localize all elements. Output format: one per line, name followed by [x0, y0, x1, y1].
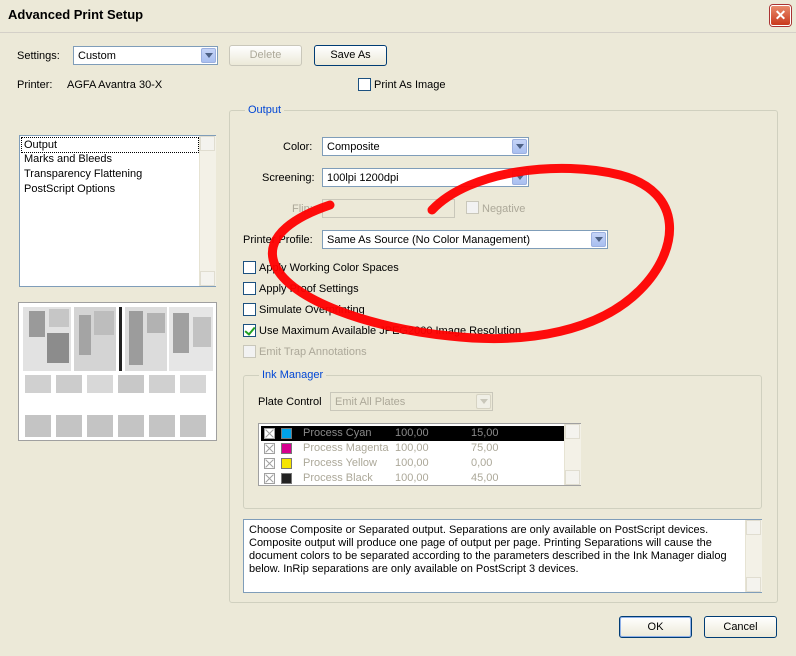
- use-max-jpeg2000-label: Use Maximum Available JPEG2000 Image Res…: [259, 325, 522, 337]
- ink-frequency: 100,00: [395, 442, 429, 454]
- settings-select[interactable]: Custom: [73, 46, 218, 65]
- ink-name: Process Black: [303, 472, 373, 484]
- printer-profile-value: Same As Source (No Color Management): [327, 234, 530, 246]
- emit-trap-annotations-checkbox[interactable]: [243, 345, 256, 358]
- emit-trap-annotations-label: Emit Trap Annotations: [259, 346, 367, 358]
- ink-frequency: 100,00: [395, 457, 429, 469]
- negative-checkbox[interactable]: [466, 201, 479, 214]
- sidebar-item-transparency-flattening[interactable]: Transparency Flattening: [24, 168, 142, 180]
- use-max-jpeg2000-checkbox[interactable]: [243, 324, 256, 337]
- simulate-overprinting-checkbox[interactable]: [243, 303, 256, 316]
- ink-frequency: 100,00: [395, 427, 429, 439]
- plate-toggle-icon[interactable]: [264, 473, 275, 484]
- ink-angle: 45,00: [471, 472, 499, 484]
- save-as-button[interactable]: Save As: [314, 45, 387, 66]
- description-scrollbar[interactable]: [745, 520, 762, 592]
- apply-proof-settings-checkbox[interactable]: [243, 282, 256, 295]
- plate-toggle-icon[interactable]: [264, 428, 275, 439]
- ink-name: Process Yellow: [303, 457, 377, 469]
- delete-button[interactable]: Delete: [229, 45, 302, 66]
- negative-label: Negative: [482, 203, 526, 215]
- ink-row-yellow[interactable]: Process Yellow 100,00 0,00: [261, 456, 564, 471]
- color-label: Color:: [283, 141, 313, 153]
- screening-value: 100lpi 1200dpi: [327, 172, 399, 184]
- simulate-overprinting-label: Simulate Overprinting: [259, 304, 365, 316]
- ink-row-cyan[interactable]: Process Cyan 100,00 15,00: [261, 426, 564, 441]
- chevron-down-icon: [591, 232, 606, 247]
- ink-angle: 15,00: [471, 427, 499, 439]
- chevron-down-icon: [512, 139, 527, 154]
- flip-select[interactable]: [322, 199, 455, 218]
- cancel-button[interactable]: Cancel: [704, 616, 777, 638]
- magenta-swatch: [281, 443, 292, 454]
- flip-label: Flip:: [292, 203, 313, 215]
- category-list[interactable]: Output Marks and Bleeds Transparency Fla…: [19, 135, 216, 287]
- plate-toggle-icon[interactable]: [264, 443, 275, 454]
- plate-control-select[interactable]: Emit All Plates: [330, 392, 493, 411]
- ink-angle: 75,00: [471, 442, 499, 454]
- output-group-title: Output: [245, 104, 285, 116]
- ink-frequency: 100,00: [395, 472, 429, 484]
- yellow-swatch: [281, 458, 292, 469]
- scroll-down-icon[interactable]: [200, 271, 215, 286]
- chevron-down-icon: [476, 394, 491, 409]
- printer-profile-label: Printer Profile:: [243, 234, 313, 246]
- settings-label: Settings:: [17, 50, 60, 62]
- page-preview-image: [19, 303, 216, 440]
- apply-proof-settings-label: Apply Proof Settings: [259, 283, 359, 295]
- sidebar-item-marks-and-bleeds[interactable]: Marks and Bleeds: [24, 153, 112, 165]
- scroll-up-icon[interactable]: [565, 424, 580, 439]
- printer-profile-select[interactable]: Same As Source (No Color Management): [322, 230, 608, 249]
- print-as-image-label: Print As Image: [374, 79, 446, 91]
- ink-angle: 0,00: [471, 457, 493, 469]
- ink-name: Process Cyan: [303, 427, 372, 439]
- plate-toggle-icon[interactable]: [264, 458, 275, 469]
- ink-row-black[interactable]: Process Black 100,00 45,00: [261, 471, 564, 486]
- cyan-swatch: [281, 428, 292, 439]
- screening-select[interactable]: 100lpi 1200dpi: [322, 168, 529, 187]
- close-icon: ✕: [774, 7, 787, 23]
- sidebar-item-output[interactable]: Output: [21, 137, 199, 153]
- black-swatch: [281, 473, 292, 484]
- page-preview: [18, 302, 217, 441]
- chevron-down-icon: [201, 48, 216, 63]
- screening-label: Screening:: [262, 172, 315, 184]
- description-text: Choose Composite or Separated output. Se…: [249, 524, 727, 575]
- ink-row-magenta[interactable]: Process Magenta 100,00 75,00: [261, 441, 564, 456]
- apply-working-color-spaces-label: Apply Working Color Spaces: [259, 262, 399, 274]
- apply-working-color-spaces-checkbox[interactable]: [243, 261, 256, 274]
- window-title: Advanced Print Setup: [8, 7, 144, 22]
- printer-label: Printer:: [17, 79, 53, 91]
- plate-control-value: Emit All Plates: [335, 396, 406, 408]
- chevron-down-icon: [512, 170, 527, 185]
- settings-value: Custom: [78, 50, 116, 62]
- color-select[interactable]: Composite: [322, 137, 529, 156]
- scroll-up-icon[interactable]: [200, 136, 215, 151]
- plate-control-label: Plate Control: [258, 396, 322, 408]
- sidebar-scrollbar[interactable]: [199, 136, 216, 286]
- close-button[interactable]: ✕: [770, 5, 791, 26]
- ink-manager-title: Ink Manager: [259, 369, 327, 381]
- ink-list[interactable]: Process Cyan 100,00 15,00 Process Magent…: [258, 423, 581, 486]
- printer-name: AGFA Avantra 30-X: [67, 79, 163, 91]
- sidebar-item-postscript-options[interactable]: PostScript Options: [24, 183, 115, 195]
- scroll-down-icon[interactable]: [565, 470, 580, 485]
- print-as-image-checkbox[interactable]: [358, 78, 371, 91]
- title-bar: Advanced Print Setup ✕: [0, 0, 796, 33]
- ok-button[interactable]: OK: [619, 616, 692, 638]
- scroll-down-icon[interactable]: [746, 577, 761, 592]
- ink-name: Process Magenta: [303, 442, 389, 454]
- sidebar-item-label: Output: [24, 139, 58, 151]
- color-value: Composite: [327, 141, 380, 153]
- ink-list-scrollbar[interactable]: [564, 424, 581, 485]
- scroll-up-icon[interactable]: [746, 520, 761, 535]
- description-box: Choose Composite or Separated output. Se…: [243, 519, 762, 593]
